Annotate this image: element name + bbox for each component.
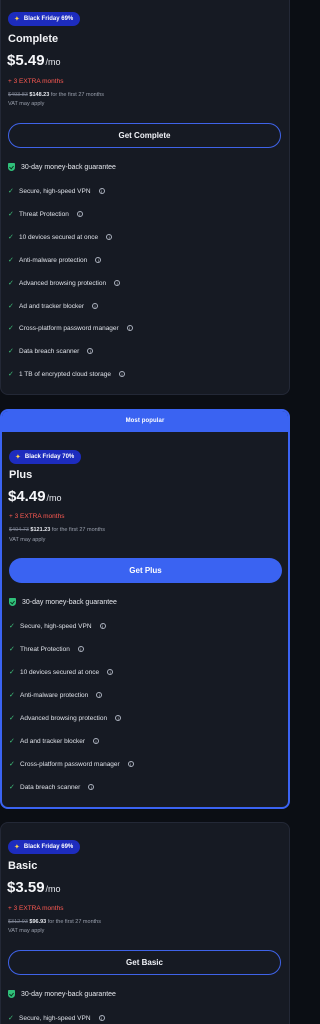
check-icon: ✓: [9, 715, 15, 722]
check-icon: ✓: [8, 371, 14, 378]
info-icon[interactable]: i: [98, 188, 105, 194]
plan-price: $4.49/mo: [8, 488, 62, 505]
check-icon: ✓: [9, 761, 15, 768]
feature-item: ✓ Secure, high-speed VPN i: [8, 187, 105, 195]
info-icon[interactable]: i: [98, 1015, 105, 1021]
check-icon: ✓: [9, 623, 15, 630]
check-icon: ✓: [9, 646, 15, 653]
check-icon: ✓: [8, 211, 14, 218]
billing-summary: $404.73 $121.23 for the first 27 months: [9, 527, 106, 533]
feature-item: ✓ Threat Protection i: [8, 210, 83, 218]
info-icon[interactable]: i: [88, 784, 95, 790]
billing-summary: $493.83 $148.23 for the first 27 months: [8, 92, 105, 98]
info-icon[interactable]: i: [93, 738, 100, 744]
plan-card-basic: ✦ Black Friday 69% Basic $3.59/mo + 3 EX…: [0, 822, 290, 1024]
feature-item: ✓ Anti-malware protection i: [9, 691, 103, 699]
plan-card-plus: Most popular ✦ Black Friday 70% Plus $4.…: [0, 409, 290, 809]
info-icon[interactable]: i: [87, 348, 94, 354]
check-icon: ✓: [8, 280, 14, 287]
page-edge: [290, 0, 304, 1024]
check-icon: ✓: [8, 234, 14, 241]
get-basic-button[interactable]: Get Basic: [8, 950, 281, 975]
vat-note: VAT may apply: [8, 928, 45, 934]
info-icon[interactable]: i: [106, 234, 113, 240]
feature-item: ✓ Advanced browsing protection i: [9, 714, 122, 722]
info-icon[interactable]: i: [119, 371, 126, 377]
vat-note: VAT may apply: [8, 101, 45, 107]
info-icon[interactable]: i: [115, 715, 122, 721]
money-back-guarantee: 30-day money-back guarantee: [9, 598, 117, 606]
feature-item: ✓ 1 TB of encrypted cloud storage i: [8, 370, 126, 378]
info-icon[interactable]: i: [92, 303, 99, 309]
info-icon[interactable]: i: [77, 646, 84, 652]
feature-item: ✓ Secure, high-speed VPN i: [8, 1014, 105, 1022]
most-popular-banner: Most popular: [2, 411, 288, 432]
extra-months: + 3 EXTRA months: [8, 78, 64, 85]
vat-note: VAT may apply: [9, 537, 46, 543]
get-plus-button[interactable]: Get Plus: [9, 558, 282, 583]
info-icon[interactable]: i: [127, 761, 134, 767]
new-price: $96.93: [29, 919, 47, 925]
extra-months: + 3 EXTRA months: [8, 905, 64, 912]
plan-name: Basic: [8, 860, 38, 872]
feature-item: ✓ Data breach scanner i: [9, 783, 95, 791]
discount-badge: ✦ Black Friday 70%: [9, 450, 82, 464]
info-icon[interactable]: i: [99, 623, 106, 629]
check-icon: ✓: [8, 257, 14, 264]
feature-item: ✓ Advanced browsing protection i: [8, 279, 121, 287]
old-price: $404.73: [9, 527, 29, 533]
new-price: $148.23: [29, 92, 50, 98]
shield-icon: [8, 163, 15, 171]
check-icon: ✓: [8, 303, 14, 310]
plan-card-complete: ✦ Black Friday 69% Complete $5.49/mo + 3…: [0, 0, 290, 395]
check-icon: ✓: [9, 738, 15, 745]
check-icon: ✓: [8, 348, 14, 355]
shield-icon: [8, 990, 15, 998]
feature-item: ✓ Secure, high-speed VPN i: [9, 622, 106, 630]
discount-badge: ✦ Black Friday 69%: [8, 840, 81, 854]
check-icon: ✓: [9, 692, 15, 699]
info-icon[interactable]: i: [107, 669, 114, 675]
old-price: $493.83: [8, 92, 28, 98]
feature-item: ✓ Ad and tracker blocker i: [8, 302, 99, 310]
check-icon: ✓: [9, 669, 15, 676]
plan-price: $3.59/mo: [7, 879, 61, 896]
info-icon[interactable]: i: [76, 211, 83, 217]
money-back-guarantee: 30-day money-back guarantee: [8, 990, 116, 998]
shield-icon: [9, 598, 16, 606]
feature-item: ✓ Cross-platform password manager i: [8, 324, 133, 332]
feature-item: ✓ 10 devices secured at once i: [9, 668, 114, 676]
plan-name: Plus: [9, 469, 33, 481]
discount-badge: ✦ Black Friday 69%: [8, 12, 81, 26]
check-icon: ✓: [9, 784, 15, 791]
info-icon[interactable]: i: [114, 280, 121, 286]
extra-months: + 3 EXTRA months: [9, 513, 65, 520]
feature-item: ✓ Ad and tracker blocker i: [9, 737, 100, 745]
info-icon[interactable]: i: [126, 325, 133, 331]
feature-item: ✓ Data breach scanner i: [8, 347, 94, 355]
plan-name: Complete: [8, 33, 59, 45]
new-price: $121.23: [30, 527, 51, 533]
check-icon: ✓: [8, 1015, 14, 1022]
check-icon: ✓: [8, 325, 14, 332]
feature-item: ✓ 10 devices secured at once i: [8, 233, 113, 241]
old-price: $312.93: [8, 919, 28, 925]
feature-item: ✓ Cross-platform password manager i: [9, 760, 134, 768]
billing-summary: $312.93 $96.93 for the first 27 months: [8, 919, 101, 925]
money-back-guarantee: 30-day money-back guarantee: [8, 163, 116, 171]
check-icon: ✓: [8, 188, 14, 195]
feature-item: ✓ Anti-malware protection i: [8, 256, 102, 264]
get-complete-button[interactable]: Get Complete: [8, 123, 281, 148]
plan-price: $5.49/mo: [7, 52, 61, 69]
sparkle-icon: ✦: [14, 843, 20, 851]
sparkle-icon: ✦: [14, 15, 20, 23]
feature-item: ✓ Threat Protection i: [9, 645, 84, 653]
info-icon[interactable]: i: [96, 692, 103, 698]
sparkle-icon: ✦: [15, 453, 21, 461]
info-icon[interactable]: i: [95, 257, 102, 263]
